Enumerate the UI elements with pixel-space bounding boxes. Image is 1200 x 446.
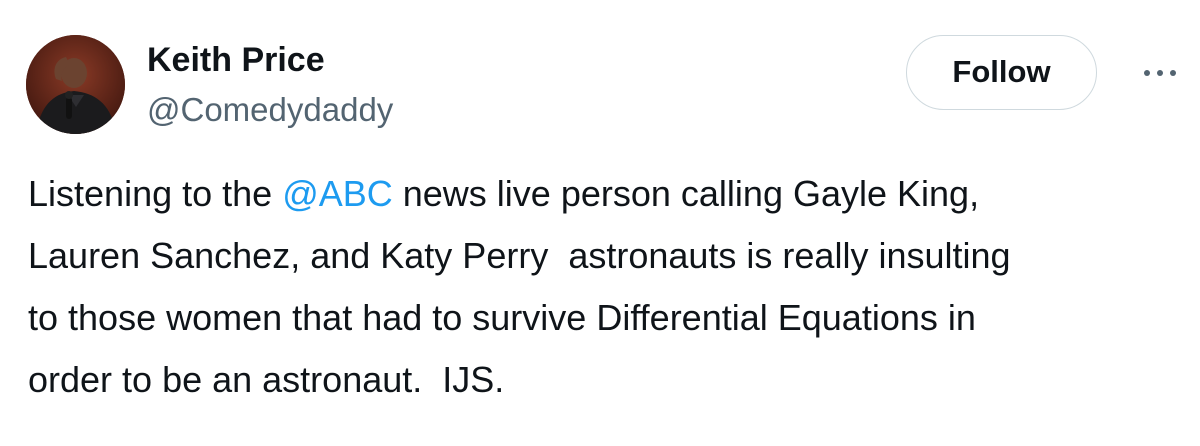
mention-link[interactable]: @ABC [282,173,393,214]
author-handle[interactable]: @Comedydaddy [147,89,393,131]
avatar[interactable] [26,35,125,134]
more-dots-icon[interactable] [1140,60,1180,86]
tweet-text-segment: news live person calling Gayle King, [392,173,980,214]
follow-button[interactable]: Follow [906,35,1097,110]
avatar-photo [26,35,125,134]
tweet-line: Lauren Sanchez, and Katy Perry astronaut… [28,235,1011,276]
tweet-text: Listening to the @ABC news live person c… [28,163,1193,411]
tweet-line: to those women that had to survive Diffe… [28,297,976,338]
author-display-name[interactable]: Keith Price [147,38,325,82]
tweet-line: order to be an astronaut. IJS. [28,359,505,400]
tweet-line: Listening to the @ABC news live person c… [28,163,1193,225]
tweet-text-segment: Listening to the [28,173,283,214]
